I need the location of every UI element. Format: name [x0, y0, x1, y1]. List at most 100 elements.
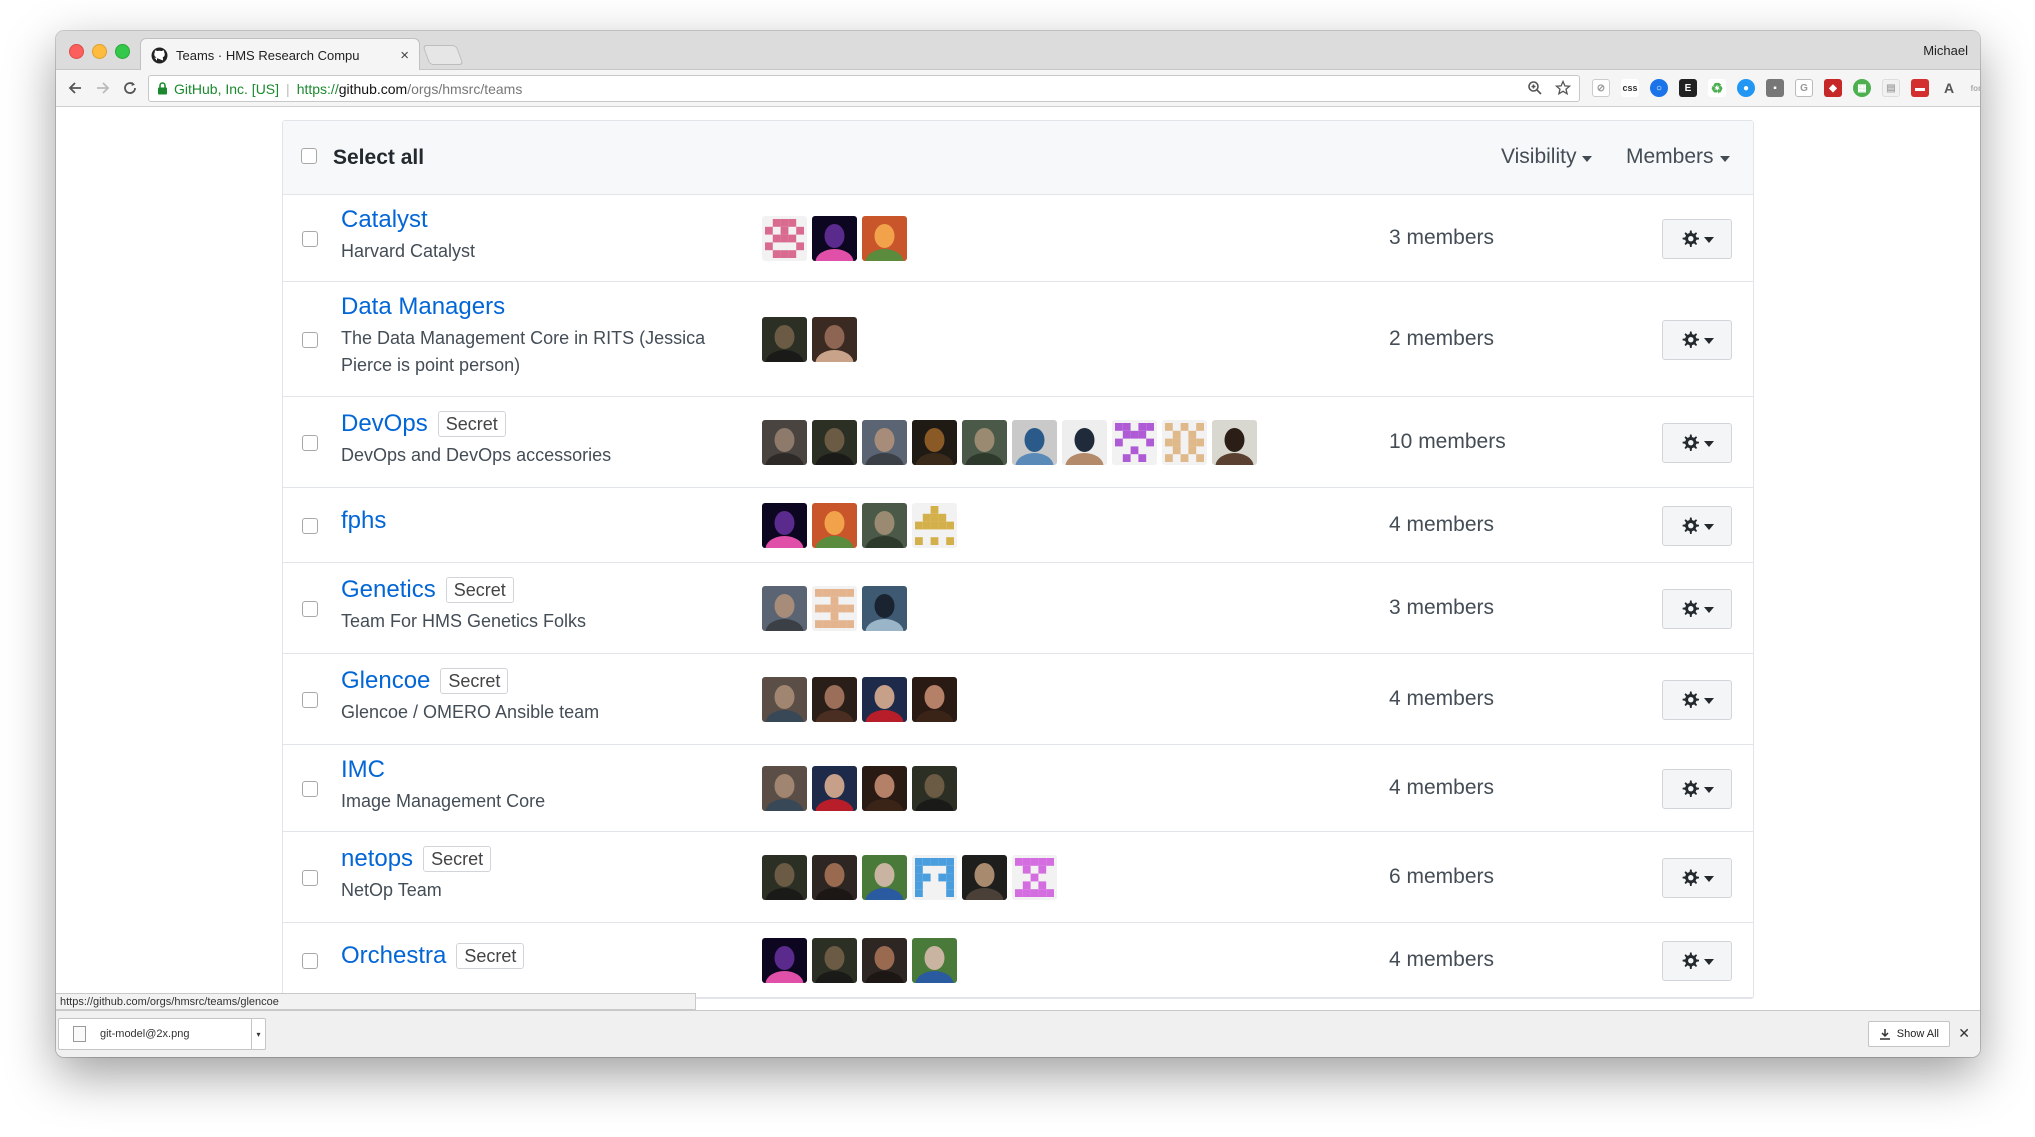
bookmark-star-icon[interactable]: [1555, 80, 1571, 96]
member-avatar[interactable]: [1212, 419, 1257, 465]
team-name-link[interactable]: Data Managers: [341, 293, 505, 321]
member-avatar[interactable]: [862, 676, 907, 722]
member-avatar[interactable]: [862, 215, 907, 261]
zoom-icon[interactable]: [1527, 80, 1543, 96]
team-name-link[interactable]: Orchestra: [341, 942, 446, 970]
member-avatar[interactable]: [812, 502, 857, 548]
member-avatar[interactable]: [912, 937, 957, 983]
members-dropdown[interactable]: Members: [1626, 145, 1730, 169]
member-avatar[interactable]: [762, 765, 807, 811]
member-avatar[interactable]: [1012, 419, 1057, 465]
forward-button[interactable]: [92, 77, 114, 99]
member-avatar[interactable]: [1062, 419, 1107, 465]
member-count[interactable]: 4 members: [1389, 513, 1494, 537]
team-settings-button[interactable]: [1662, 857, 1732, 898]
show-all-button[interactable]: Show All: [1867, 1021, 1950, 1047]
no-entry-icon[interactable]: ⊘: [1592, 79, 1610, 97]
member-avatar[interactable]: [812, 854, 857, 900]
member-avatar[interactable]: [762, 937, 807, 983]
team-settings-button[interactable]: [1662, 505, 1732, 546]
team-name-link[interactable]: netops: [341, 845, 413, 873]
address-bar[interactable]: GitHub, Inc. [US] | https:// github.com …: [148, 75, 1580, 102]
team-checkbox[interactable]: [302, 331, 318, 348]
red-ext-icon[interactable]: ▬: [1911, 79, 1929, 97]
member-avatar[interactable]: [762, 676, 807, 722]
download-menu-button[interactable]: ▾: [251, 1019, 265, 1049]
recycle-icon[interactable]: ♻: [1708, 79, 1726, 97]
member-count[interactable]: 6 members: [1389, 865, 1494, 889]
team-checkbox[interactable]: [302, 691, 318, 708]
team-name-link[interactable]: Genetics: [341, 576, 436, 604]
member-avatar[interactable]: [862, 854, 907, 900]
member-count[interactable]: 2 members: [1389, 327, 1494, 351]
font-a-icon[interactable]: A: [1940, 79, 1958, 97]
team-name-link[interactable]: DevOps: [341, 410, 428, 438]
g-icon[interactable]: G: [1795, 79, 1813, 97]
team-settings-button[interactable]: [1662, 422, 1732, 463]
member-count[interactable]: 3 members: [1389, 596, 1494, 620]
back-button[interactable]: [64, 77, 86, 99]
team-settings-button[interactable]: [1662, 319, 1732, 360]
member-avatar[interactable]: [812, 676, 857, 722]
member-avatar[interactable]: [812, 215, 857, 261]
team-settings-button[interactable]: [1662, 679, 1732, 720]
stripe-icon[interactable]: ▤: [1882, 79, 1900, 97]
team-checkbox[interactable]: [302, 517, 318, 534]
member-avatar[interactable]: [862, 765, 907, 811]
member-avatar[interactable]: [812, 765, 857, 811]
maximize-window-button[interactable]: [115, 44, 130, 59]
shield-icon[interactable]: ◆: [1824, 79, 1842, 97]
team-settings-button[interactable]: [1662, 218, 1732, 259]
member-avatar[interactable]: [862, 585, 907, 631]
team-settings-button[interactable]: [1662, 588, 1732, 629]
pocket-icon[interactable]: ▪: [1766, 79, 1784, 97]
close-tab-icon[interactable]: ×: [400, 47, 409, 64]
member-avatar[interactable]: [962, 854, 1007, 900]
member-avatar[interactable]: [1012, 854, 1057, 900]
member-avatar[interactable]: [812, 419, 857, 465]
team-name-link[interactable]: Catalyst: [341, 206, 428, 234]
member-avatar[interactable]: [762, 585, 807, 631]
member-avatar[interactable]: [962, 419, 1007, 465]
close-window-button[interactable]: [69, 44, 84, 59]
circle-icon[interactable]: ○: [1650, 79, 1668, 97]
member-avatar[interactable]: [762, 419, 807, 465]
team-checkbox[interactable]: [302, 434, 318, 451]
select-all-checkbox[interactable]: [301, 148, 317, 164]
evernote-icon[interactable]: E: [1679, 79, 1697, 97]
member-avatar[interactable]: [912, 765, 957, 811]
member-avatar[interactable]: [812, 585, 857, 631]
new-tab-button[interactable]: [422, 45, 464, 65]
member-avatar[interactable]: [762, 502, 807, 548]
member-count[interactable]: 4 members: [1389, 948, 1494, 972]
visibility-dropdown[interactable]: Visibility: [1501, 145, 1593, 169]
font-icon[interactable]: font: [1969, 79, 1980, 97]
profile-name[interactable]: Michael: [1923, 43, 1968, 58]
member-count[interactable]: 3 members: [1389, 226, 1494, 250]
team-name-link[interactable]: fphs: [341, 507, 386, 535]
member-avatar[interactable]: [862, 937, 907, 983]
member-avatar[interactable]: [812, 316, 857, 362]
team-name-link[interactable]: Glencoe: [341, 667, 430, 695]
member-avatar[interactable]: [912, 502, 957, 548]
member-avatar[interactable]: [812, 937, 857, 983]
team-name-link[interactable]: IMC: [341, 756, 385, 784]
member-avatar[interactable]: [862, 502, 907, 548]
team-checkbox[interactable]: [302, 952, 318, 969]
team-checkbox[interactable]: [302, 869, 318, 886]
member-count[interactable]: 4 members: [1389, 776, 1494, 800]
member-avatar[interactable]: [862, 419, 907, 465]
member-avatar[interactable]: [912, 854, 957, 900]
download-item[interactable]: git-model@2x.png ▾: [58, 1018, 266, 1050]
member-avatar[interactable]: [762, 854, 807, 900]
member-avatar[interactable]: [912, 419, 957, 465]
member-avatar[interactable]: [1162, 419, 1207, 465]
close-download-bar-icon[interactable]: ✕: [1958, 1025, 1970, 1042]
member-count[interactable]: 4 members: [1389, 687, 1494, 711]
member-avatar[interactable]: [1112, 419, 1157, 465]
member-avatar[interactable]: [762, 215, 807, 261]
tab-teams[interactable]: Teams · HMS Research Compu ×: [140, 38, 420, 71]
team-settings-button[interactable]: [1662, 940, 1732, 981]
member-count[interactable]: 10 members: [1389, 430, 1506, 454]
reload-button[interactable]: [119, 77, 141, 99]
